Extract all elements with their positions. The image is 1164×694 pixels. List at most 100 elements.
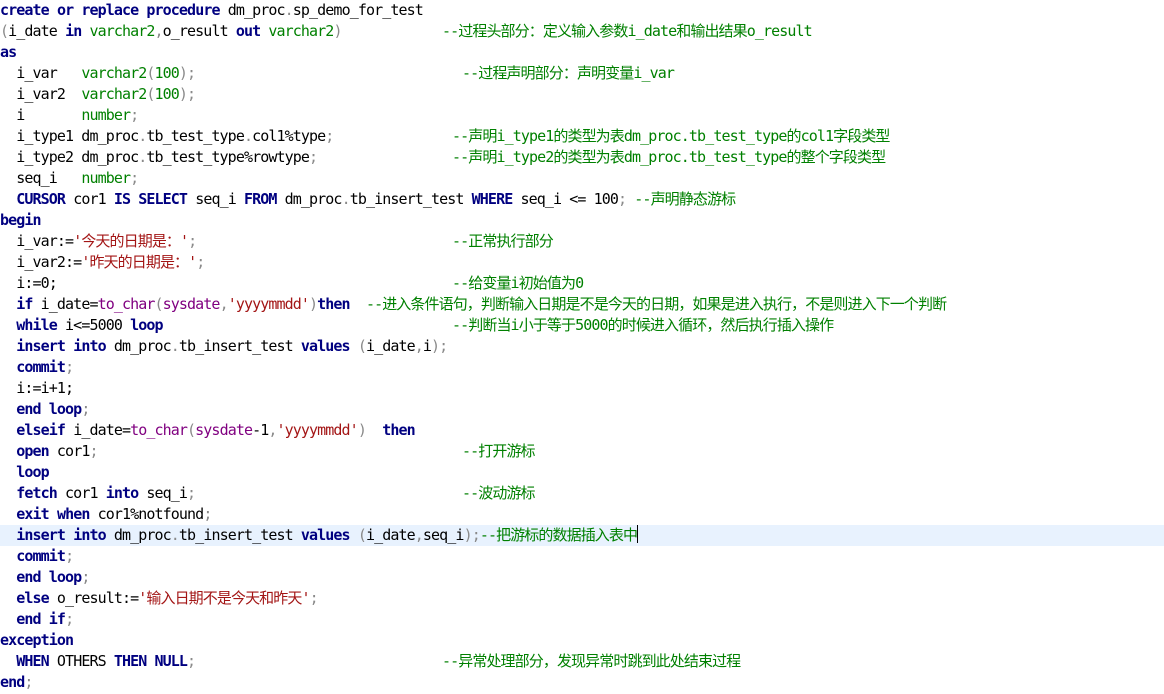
keyword: loop — [130, 316, 163, 334]
code-line[interactable]: i number; — [0, 105, 1164, 126]
identifier: col1%type — [252, 127, 326, 145]
type-token: number — [81, 169, 131, 187]
code-line[interactable]: WHEN OTHERS THEN NULL; --异常处理部分，发现异常时跳到此处… — [0, 651, 1164, 672]
comment: --正常执行部分 — [452, 232, 554, 250]
keyword: replace — [81, 1, 139, 19]
identifier — [0, 316, 16, 334]
code-line[interactable]: fetch cor1 into seq_i; --波动游标 — [0, 483, 1164, 504]
keyword: into — [73, 526, 106, 544]
code-editor[interactable]: create or replace procedure dm_proc.sp_d… — [0, 0, 1164, 694]
code-line[interactable]: i_var2:='昨天的日期是：'; — [0, 252, 1164, 273]
function-name: to_char — [130, 421, 188, 439]
identifier: seq_i — [422, 526, 465, 544]
identifier: i_date= — [65, 421, 131, 439]
punctuation: . — [243, 127, 253, 145]
identifier: dm_proc — [105, 337, 172, 355]
punctuation: . — [284, 1, 294, 19]
identifier: OTHERS — [48, 652, 114, 670]
keyword: out — [235, 22, 261, 40]
identifier: -1 — [252, 421, 269, 439]
identifier: tb_insert_test — [178, 526, 301, 544]
keyword: when — [56, 505, 90, 523]
keyword: if — [16, 295, 33, 313]
identifier: i_date — [365, 337, 416, 355]
punctuation: ; — [24, 673, 33, 691]
keyword: create — [0, 1, 50, 19]
code-line[interactable]: (i_date in varchar2,o_result out varchar… — [0, 21, 1164, 42]
punctuation: , — [268, 421, 277, 439]
punctuation: ( — [146, 64, 155, 82]
code-line[interactable]: exception — [0, 630, 1164, 651]
code-line[interactable]: loop — [0, 462, 1164, 483]
keyword: WHEN — [16, 652, 49, 670]
code-line[interactable]: i_var varchar2(100); --过程声明部分：声明变量i_var — [0, 63, 1164, 84]
code-line[interactable]: begin — [0, 210, 1164, 231]
function-name: sysdate — [195, 421, 253, 439]
identifier: i_date — [8, 22, 66, 40]
code-line[interactable]: seq_i number; — [0, 168, 1164, 189]
code-line[interactable]: while i<=5000 loop --判断当i小于等于5000的时候进入循环，… — [0, 315, 1164, 336]
code-line[interactable]: exit when cor1%notfound; — [0, 504, 1164, 525]
identifier: tb_test_type — [146, 127, 244, 145]
code-line[interactable]: end if; — [0, 609, 1164, 630]
code-line[interactable]: create or replace procedure dm_proc.sp_d… — [0, 0, 1164, 21]
identifier: tb_insert_test — [178, 337, 301, 355]
identifier — [366, 421, 382, 439]
code-line[interactable]: insert into dm_proc.tb_insert_test value… — [0, 525, 1164, 546]
identifier — [350, 337, 358, 355]
identifier: tb_test_type%rowtype — [146, 148, 310, 166]
code-line[interactable]: commit; — [0, 357, 1164, 378]
identifier: seq_i — [0, 169, 82, 187]
code-line[interactable]: as — [0, 42, 1164, 63]
punctuation: ; — [65, 358, 74, 376]
identifier: i — [422, 337, 432, 355]
code-line[interactable]: else o_result:='输入日期不是今天和昨天'; — [0, 588, 1164, 609]
identifier — [0, 505, 16, 523]
code-line[interactable]: end; — [0, 672, 1164, 693]
punctuation: ); — [178, 64, 196, 82]
keyword: while — [16, 316, 58, 334]
keyword: open — [16, 442, 49, 460]
identifier: i<=5000 — [56, 316, 131, 334]
keyword: THEN — [113, 652, 147, 670]
code-line[interactable]: if i_date=to_char(sysdate,'yyyymmdd')the… — [0, 294, 1164, 315]
code-line[interactable]: i_var2 varchar2(100); — [0, 84, 1164, 105]
identifier — [49, 505, 57, 523]
keyword: then — [317, 295, 350, 313]
punctuation: , — [154, 22, 164, 40]
punctuation: ; — [196, 253, 205, 271]
code-line[interactable]: i_var:='今天的日期是：'; --正常执行部分 — [0, 231, 1164, 252]
identifier: o_result — [162, 22, 236, 40]
code-line[interactable]: commit; — [0, 546, 1164, 567]
punctuation: ; — [65, 610, 74, 628]
identifier: i:=i+1; — [0, 379, 74, 397]
code-line[interactable]: open cor1; --打开游标 — [0, 441, 1164, 462]
code-line[interactable]: end loop; — [0, 399, 1164, 420]
code-line[interactable]: end loop; — [0, 567, 1164, 588]
punctuation: ; — [65, 547, 74, 565]
keyword: into — [105, 484, 139, 502]
identifier — [49, 1, 57, 19]
string-literal: '输入日期不是今天和昨天' — [138, 589, 310, 607]
punctuation: . — [170, 337, 180, 355]
identifier — [0, 568, 16, 586]
punctuation: ) — [309, 295, 318, 313]
code-line[interactable]: i_type1 dm_proc.tb_test_type.col1%type; -… — [0, 126, 1164, 147]
code-line[interactable]: i:=0; --给变量i初始值为0 — [0, 273, 1164, 294]
keyword: NULL — [154, 652, 188, 670]
code-line[interactable]: insert into dm_proc.tb_insert_test value… — [0, 336, 1164, 357]
identifier: i — [0, 106, 82, 124]
punctuation: ); — [178, 85, 196, 103]
identifier — [0, 190, 16, 208]
punctuation: ( — [0, 22, 9, 40]
code-line[interactable]: i_type2 dm_proc.tb_test_type%rowtype; --声… — [0, 147, 1164, 168]
code-line[interactable]: i:=i+1; — [0, 378, 1164, 399]
type-token: varchar2 — [89, 22, 155, 40]
punctuation: ; — [130, 106, 139, 124]
code-line[interactable]: elseif i_date=to_char(sysdate-1,'yyyymmd… — [0, 420, 1164, 441]
type-token: number — [81, 106, 131, 124]
code-line[interactable]: CURSOR cor1 IS SELECT seq_i FROM dm_proc… — [0, 189, 1164, 210]
identifier — [0, 295, 16, 313]
keyword: or — [56, 1, 74, 19]
identifier: cor1%notfound — [89, 505, 205, 523]
